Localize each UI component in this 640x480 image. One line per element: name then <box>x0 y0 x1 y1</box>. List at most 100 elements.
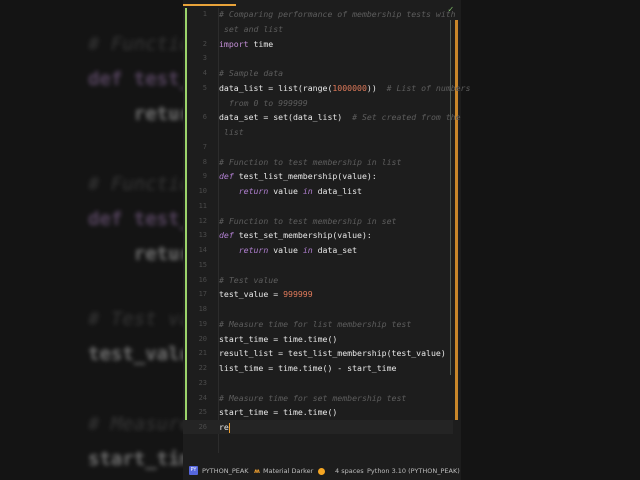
code-token: data_set = set(data_list) <box>219 112 353 123</box>
line-number: 18 <box>198 305 207 313</box>
line-number: 2 <box>202 39 207 48</box>
text-cursor <box>228 422 230 433</box>
code-line[interactable]: 8 # Function to test membership in list <box>183 155 453 169</box>
code-text: # Function to test membership in set <box>219 214 396 228</box>
indent-setting[interactable]: 4 spaces <box>335 462 364 480</box>
code-line[interactable]: 1 # Comparing performance of membership t… <box>183 7 456 21</box>
code-text: list_time = time.time() - start_time <box>219 361 396 375</box>
code-line[interactable]: 18 <box>183 302 453 316</box>
code-token: # Measure time for set membership test <box>219 392 407 403</box>
code-line[interactable]: 7 <box>183 140 453 154</box>
code-line[interactable]: 25 start_time = time.time() <box>183 405 453 419</box>
code-line[interactable]: from 0 to 999999 <box>183 96 453 110</box>
code-line[interactable]: 13 def test_set_membership(value): <box>183 228 453 242</box>
code-line[interactable]: set and list <box>183 22 453 36</box>
line-number: 7 <box>202 142 207 151</box>
code-line[interactable]: 14 return value in data_set <box>183 243 453 257</box>
line-number: 21 <box>198 349 207 358</box>
code-text: data_set = set(data_list) # Set created … <box>219 110 461 124</box>
code-token: def <box>219 230 234 241</box>
line-number: 5 <box>202 83 207 92</box>
code-line[interactable]: 21 result_list = test_list_membership(tes… <box>183 346 453 360</box>
code-line[interactable]: 3 <box>183 51 453 65</box>
line-number: 23 <box>198 378 207 387</box>
code-line[interactable]: 9 def test_list_membership(value): <box>183 169 453 183</box>
code-token: start_time = time.time() <box>219 407 338 418</box>
blurred-code-line: # Functio <box>88 33 191 55</box>
code-token: time <box>248 38 274 49</box>
code-token: data_list = list(range( <box>219 82 333 93</box>
line-number: 25 <box>198 408 207 417</box>
code-line[interactable]: 15 <box>183 258 453 272</box>
code-line[interactable]: 19 # Measure time for list membership tes… <box>183 317 453 331</box>
code-token: # Test value <box>219 274 279 285</box>
active-tab-indicator <box>183 4 236 6</box>
line-number: 11 <box>198 201 207 210</box>
code-line[interactable]: 4 # Sample data <box>183 66 453 80</box>
project-name[interactable]: PYTHON_PEAK <box>202 462 249 480</box>
code-line[interactable]: list <box>183 125 453 139</box>
code-token: # List of numbers <box>386 82 471 93</box>
code-token: # Function to test membership in list <box>219 156 402 167</box>
code-text: list <box>219 125 244 139</box>
code-line[interactable]: 11 <box>183 199 453 213</box>
status-dot-icon <box>318 467 325 475</box>
code-text: start_time = time.time() <box>219 332 337 346</box>
code-line[interactable]: 12 # Function to test membership in set <box>183 214 453 228</box>
line-number: 13 <box>198 231 207 240</box>
blurred-code-line: # Test va <box>88 308 191 330</box>
code-token: in <box>302 186 313 196</box>
code-line[interactable]: 23 <box>183 376 453 390</box>
code-token: value <box>268 186 303 196</box>
code-token: test_list_membership(value): <box>233 171 377 182</box>
code-line[interactable]: 24 # Measure time for set membership test <box>183 391 453 405</box>
theme-name[interactable]: Material Darker <box>263 462 313 480</box>
line-number: 9 <box>202 172 207 181</box>
line-number: 1 <box>202 10 207 18</box>
line-number: 10 <box>198 187 207 195</box>
line-number: 14 <box>198 246 207 254</box>
code-token: set and list <box>219 23 284 34</box>
code-text: set and list <box>219 22 283 36</box>
code-token: list_time = time.time() - start_time <box>219 363 397 373</box>
code-text: start_time = time.time() <box>219 405 337 419</box>
code-line[interactable]: 20 start_time = time.time() <box>183 332 453 346</box>
code-line[interactable]: 22 list_time = time.time() - start_time <box>183 361 453 375</box>
code-editor[interactable]: ✓ 1 # Comparing performance of membership… <box>183 0 471 480</box>
line-number: 17 <box>198 290 207 299</box>
project-icon: PY <box>189 466 198 475</box>
code-text: result_list = test_list_membership(test_… <box>219 346 446 360</box>
code-line[interactable]: 2 import time <box>183 37 453 51</box>
line-number: 22 <box>198 364 207 372</box>
code-token: in <box>302 245 313 255</box>
code-line[interactable]: 10 return value in data_list <box>183 184 453 198</box>
code-text: def test_list_membership(value): <box>219 169 377 183</box>
code-token: # Sample data <box>219 68 284 78</box>
code-text: from 0 to 999999 <box>219 96 308 110</box>
code-text: import time <box>219 37 273 51</box>
blurred-code-line: # Measure <box>88 413 191 435</box>
code-token: result_list = test_list_membership(test_… <box>219 348 446 359</box>
code-line[interactable]: 16 # Test value <box>183 273 453 287</box>
code-token: 1000000 <box>332 82 367 93</box>
code-token: data_set <box>312 245 358 255</box>
code-line[interactable]: 17 test_value = 999999 <box>183 287 453 301</box>
code-token: test_set_membership(value): <box>233 230 372 241</box>
code-text: test_value = 999999 <box>219 287 313 301</box>
code-text: # Measure time for set membership test <box>219 391 406 405</box>
code-token: test_value = <box>219 289 284 300</box>
code-line[interactable]: 6 data_set = set(data_list) # Set created… <box>183 110 461 124</box>
code-text: re <box>219 420 230 434</box>
interpreter-selector[interactable]: Python 3.10 (PYTHON_PEAK) <box>367 462 460 480</box>
code-token: # Function to test membership in set <box>219 215 397 226</box>
line-number: 6 <box>202 113 207 122</box>
code-token: # Measure time for list membership test <box>219 318 412 329</box>
code-text: # Function to test membership in list <box>219 155 401 169</box>
code-line[interactable]: 26 re <box>183 420 453 434</box>
code-token: re <box>219 422 229 432</box>
code-line[interactable]: 5 data_list = list(range(1000000)) # List… <box>183 81 471 95</box>
code-text: return value in data_set <box>219 243 357 257</box>
line-number: 16 <box>198 275 207 284</box>
